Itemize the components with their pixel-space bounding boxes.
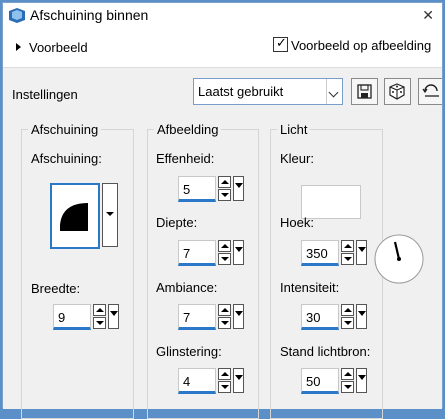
smoothness-stepper[interactable]: 5 (178, 176, 246, 206)
width-stepper[interactable]: 9 (53, 304, 121, 334)
randomize-button[interactable] (384, 78, 411, 105)
preset-select[interactable]: Laatst gebruikt (193, 78, 343, 105)
bevel-shape-picker[interactable] (50, 183, 100, 249)
elevation-input[interactable]: 50 (301, 368, 339, 394)
content-area: Afschuining Afschuining: Breedte: 9 Afbe… (3, 114, 442, 419)
app-icon (9, 8, 25, 23)
save-preset-button[interactable] (351, 78, 378, 105)
light-color-swatch[interactable] (301, 185, 361, 219)
elevation-down-button[interactable] (341, 381, 354, 393)
image-group: Afbeelding Effenheid: 5 Diepte: 7 Ambian… (147, 122, 259, 419)
window-title: Afschuining binnen (30, 7, 149, 23)
elevation-up-button[interactable] (341, 368, 354, 380)
bevel-shape-dropdown[interactable] (102, 183, 118, 247)
settings-bar: Instellingen Laatst gebruikt (3, 67, 442, 114)
close-icon[interactable]: ✕ (422, 7, 434, 24)
shininess-stepper[interactable]: 4 (178, 368, 246, 398)
angle-input[interactable]: 350 (301, 240, 339, 266)
bevel-shape-icon (60, 203, 88, 231)
checkbox-box[interactable]: ✓ (273, 35, 288, 52)
intensity-dropdown-button[interactable] (356, 304, 367, 329)
intensity-label: Intensiteit: (280, 280, 340, 295)
color-label: Kleur: (280, 151, 314, 166)
dialog-window: Afschuining binnen ✕ Voorbeeld ✓ Voorbee… (2, 2, 443, 419)
shininess-up-button[interactable] (218, 368, 231, 380)
image-group-title: Afbeelding (154, 122, 222, 137)
intensity-input[interactable]: 30 (301, 304, 339, 330)
angle-stepper[interactable]: 350 (301, 240, 369, 270)
bevel-group-title: Afschuining (28, 122, 102, 137)
expand-arrow-icon[interactable] (16, 43, 21, 51)
depth-stepper[interactable]: 7 (178, 240, 246, 270)
preview-toggle[interactable]: Voorbeeld (29, 40, 88, 55)
ambience-down-button[interactable] (218, 317, 231, 329)
ambience-up-button[interactable] (218, 304, 231, 316)
save-icon (357, 84, 372, 99)
smoothness-down-button[interactable] (218, 189, 231, 201)
width-dropdown-button[interactable] (108, 304, 119, 329)
width-down-button[interactable] (93, 317, 106, 329)
dice-icon (389, 83, 405, 100)
preview-on-image-label: Voorbeeld op afbeelding (291, 38, 432, 53)
angle-down-button[interactable] (341, 253, 354, 265)
ambience-stepper[interactable]: 7 (178, 304, 246, 334)
reset-button[interactable] (418, 78, 442, 105)
elevation-stepper[interactable]: 50 (301, 368, 369, 398)
light-group: Licht Kleur: Hoek: 350 Intensiteit: 30 S… (270, 122, 424, 419)
intensity-up-button[interactable] (341, 304, 354, 316)
smoothness-dropdown-button[interactable] (233, 176, 244, 201)
width-label: Breedte: (31, 281, 81, 296)
elevation-dropdown-button[interactable] (356, 368, 367, 393)
depth-up-button[interactable] (218, 240, 231, 252)
shininess-down-button[interactable] (218, 381, 231, 393)
angle-dial-icon[interactable] (373, 233, 425, 285)
width-up-button[interactable] (93, 304, 106, 316)
angle-up-button[interactable] (341, 240, 354, 252)
width-input[interactable]: 9 (53, 304, 91, 330)
settings-label: Instellingen (12, 87, 78, 102)
shininess-dropdown-button[interactable] (233, 368, 244, 393)
intensity-down-button[interactable] (341, 317, 354, 329)
ambience-label: Ambiance: (156, 280, 218, 295)
ambience-dropdown-button[interactable] (233, 304, 244, 329)
smoothness-label: Effenheid: (156, 151, 215, 166)
bevel-group: Afschuining Afschuining: Breedte: 9 (21, 122, 134, 419)
reset-icon (422, 84, 439, 97)
intensity-stepper[interactable]: 30 (301, 304, 369, 334)
checkmark-icon: ✓ (276, 35, 287, 50)
angle-dropdown-button[interactable] (356, 240, 367, 265)
smoothness-input[interactable]: 5 (178, 176, 216, 202)
preview-row: Voorbeeld ✓ Voorbeeld op afbeelding (3, 31, 442, 65)
depth-down-button[interactable] (218, 253, 231, 265)
preset-value: Laatst gebruikt (198, 84, 284, 99)
shininess-input[interactable]: 4 (178, 368, 216, 394)
ambience-input[interactable]: 7 (178, 304, 216, 330)
angle-label: Hoek: (280, 215, 314, 230)
smoothness-up-button[interactable] (218, 176, 231, 188)
depth-dropdown-button[interactable] (233, 240, 244, 265)
dropdown-arrow-icon[interactable] (326, 79, 342, 104)
elevation-label: Stand lichtbron: (280, 344, 371, 359)
depth-label: Diepte: (156, 215, 198, 230)
bevel-shape-label: Afschuining: (31, 151, 102, 166)
light-group-title: Licht (277, 122, 311, 137)
title-bar: Afschuining binnen ✕ (3, 3, 442, 29)
shininess-label: Glinstering: (156, 344, 222, 359)
depth-input[interactable]: 7 (178, 240, 216, 266)
